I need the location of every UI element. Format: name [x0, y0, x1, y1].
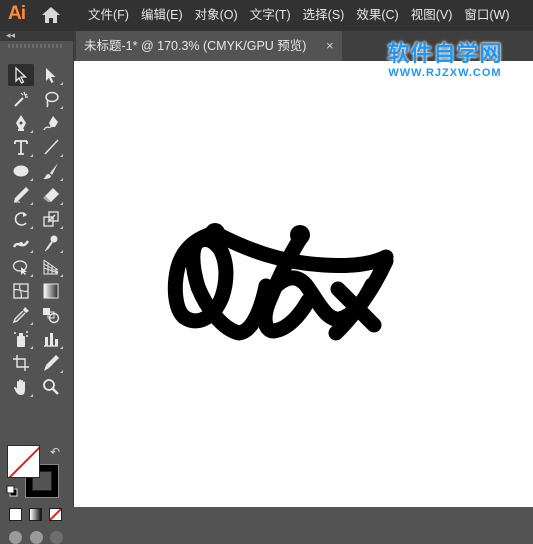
watermark: 软件自学网 WWW.RJZXW.COM	[360, 42, 530, 82]
draw-inside-icon[interactable]	[50, 531, 63, 544]
paintbrush-tool-icon[interactable]	[38, 160, 64, 182]
width-tool-icon[interactable]	[8, 232, 34, 254]
perspective-grid-tool-icon[interactable]	[38, 256, 64, 278]
scale-tool-icon[interactable]	[38, 208, 64, 230]
watermark-url: WWW.RJZXW.COM	[388, 67, 502, 79]
menu-bar: Ai 文件(F) 编辑(E) 对象(O) 文字(T) 选择(S) 效果(C) 视…	[0, 0, 533, 31]
slice-tool-icon[interactable]	[38, 352, 64, 374]
symbol-sprayer-tool-icon[interactable]	[8, 328, 34, 350]
eyedropper-tool-icon[interactable]	[8, 304, 34, 326]
collapse-panel-icon[interactable]: ◂◂	[6, 30, 15, 41]
none-mode-button[interactable]	[49, 508, 62, 521]
menu-effect[interactable]: 效果(C)	[350, 0, 404, 31]
gradient-tool-icon[interactable]	[38, 280, 64, 302]
gradient-mode-button[interactable]	[29, 508, 42, 521]
draw-behind-icon[interactable]	[30, 531, 43, 544]
artwork-dot-left	[205, 223, 225, 243]
shape-builder-tool-icon[interactable]	[8, 256, 34, 278]
menu-type[interactable]: 文字(T)	[244, 0, 297, 31]
swap-fill-stroke-icon[interactable]: ↶	[50, 445, 60, 459]
curvature-tool-icon[interactable]	[38, 112, 64, 134]
close-tab-icon[interactable]: ×	[326, 31, 334, 61]
artboard-tool-icon[interactable]	[8, 352, 34, 374]
mesh-tool-icon[interactable]	[8, 280, 34, 302]
color-mode-button[interactable]	[9, 508, 22, 521]
menu-select[interactable]: 选择(S)	[297, 0, 351, 31]
watermark-title: 软件自学网	[387, 41, 503, 66]
toolbar-header: ◂◂	[0, 30, 74, 41]
menu-view[interactable]: 视图(V)	[405, 0, 459, 31]
main-menu: 文件(F) 编辑(E) 对象(O) 文字(T) 选择(S) 效果(C) 视图(V…	[82, 0, 516, 31]
lasso-tool-icon[interactable]	[38, 88, 64, 110]
direct-selection-tool-icon[interactable]	[38, 64, 64, 86]
handwritten-artwork[interactable]	[74, 61, 533, 507]
menu-file[interactable]: 文件(F)	[82, 0, 135, 31]
selection-tool-icon[interactable]	[8, 64, 34, 86]
line-segment-tool-icon[interactable]	[38, 136, 64, 158]
document-tab[interactable]: 未标题-1* @ 170.3% (CMYK/GPU 预览) ×	[76, 31, 342, 61]
pencil-tool-icon[interactable]	[8, 184, 34, 206]
document-tab-title: 未标题-1* @ 170.3% (CMYK/GPU 预览)	[84, 39, 307, 53]
type-tool-icon[interactable]	[8, 136, 34, 158]
pen-tool-icon[interactable]	[8, 112, 34, 134]
zoom-tool-icon[interactable]	[38, 376, 64, 398]
column-graph-tool-icon[interactable]	[38, 328, 64, 350]
magic-wand-tool-icon[interactable]	[8, 88, 34, 110]
artboard-canvas[interactable]	[74, 61, 533, 507]
fill-color-swatch[interactable]	[7, 445, 40, 478]
app-logo: Ai	[8, 3, 26, 24]
hand-tool-icon[interactable]	[8, 376, 34, 398]
default-fill-stroke-icon[interactable]	[6, 484, 18, 497]
draw-normal-icon[interactable]	[9, 531, 22, 544]
rotate-tool-icon[interactable]	[8, 208, 34, 230]
panel-grip[interactable]	[8, 44, 64, 48]
ellipse-tool-icon[interactable]	[8, 160, 34, 182]
menu-object[interactable]: 对象(O)	[189, 0, 244, 31]
menu-window[interactable]: 窗口(W)	[458, 0, 515, 31]
tools-panel: ↶	[0, 41, 74, 544]
puppet-warp-tool-icon[interactable]	[38, 232, 64, 254]
eraser-tool-icon[interactable]	[38, 184, 64, 206]
blend-tool-icon[interactable]	[38, 304, 64, 326]
artwork-dot-right	[290, 225, 310, 245]
menu-edit[interactable]: 编辑(E)	[135, 0, 189, 31]
home-icon[interactable]	[40, 6, 62, 24]
